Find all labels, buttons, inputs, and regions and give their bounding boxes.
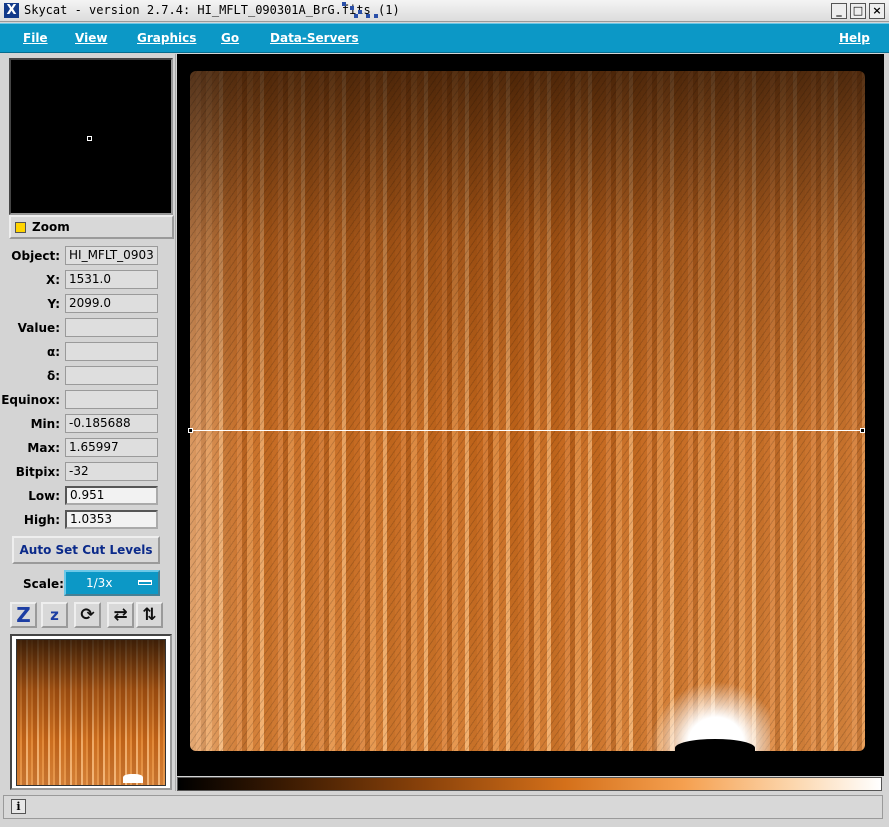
info-row-max: Max: 1.65997	[3, 438, 176, 460]
flip-y-icon: ⇅	[142, 605, 157, 625]
colorbar[interactable]	[177, 777, 882, 791]
control-panel: Zoom Object: HI_MFLT_0903 X: 1531.0 Y: 2…	[1, 54, 176, 791]
info-row-dec: δ:	[3, 366, 176, 388]
zoom-label: Zoom	[32, 220, 70, 234]
title-decoration	[342, 2, 380, 20]
app-x-icon[interactable]: X	[4, 3, 19, 18]
info-row-high: High: 1.0353	[3, 510, 176, 532]
equinox-field	[65, 390, 158, 409]
scale-value: 1/3x	[86, 576, 113, 590]
rotate-icon: ⟳	[80, 605, 95, 625]
scale-label: Scale:	[23, 577, 64, 591]
info-row-min: Min: -0.185688	[3, 414, 176, 436]
x-field: 1531.0	[65, 270, 158, 289]
object-field: HI_MFLT_0903	[65, 246, 158, 265]
info-label: X:	[45, 273, 60, 287]
close-button[interactable]: ×	[869, 3, 885, 19]
menu-file[interactable]: File	[23, 31, 48, 45]
info-label: Object:	[11, 249, 60, 263]
maximize-button[interactable]: □	[850, 3, 866, 19]
zoom-out-icon: z	[50, 606, 59, 624]
value-field	[65, 318, 158, 337]
fits-image[interactable]	[190, 71, 865, 757]
info-row-x: X: 1531.0	[3, 270, 176, 292]
minimize-button[interactable]: _	[831, 3, 847, 19]
scale-select[interactable]: 1/3x	[64, 570, 160, 596]
cut-line[interactable]	[190, 430, 863, 431]
info-row-bitpix: Bitpix: -32	[3, 462, 176, 484]
info-label: Low:	[28, 489, 60, 503]
max-field: 1.65997	[65, 438, 158, 457]
info-label: α:	[46, 345, 60, 359]
preview-image	[16, 639, 166, 786]
dropdown-indicator-icon	[138, 580, 152, 585]
info-row-low: Low: 0.951	[3, 486, 176, 508]
info-label: High:	[23, 513, 60, 527]
image-canvas[interactable]	[177, 54, 884, 776]
flip-x-icon: ⇄	[113, 605, 128, 625]
info-label: Min:	[30, 417, 60, 431]
zoom-in-icon: Z	[16, 603, 31, 627]
zoom-checkbox[interactable]	[15, 222, 26, 233]
info-label: Equinox:	[1, 393, 60, 407]
info-row-equinox: Equinox:	[1, 390, 176, 412]
magnifier-preview[interactable]	[10, 634, 172, 790]
rotate-button[interactable]: ⟳	[74, 602, 101, 628]
zoom-toggle[interactable]: Zoom	[9, 215, 174, 239]
zoom-in-button[interactable]: Z	[10, 602, 37, 628]
cut-line-start-handle[interactable]	[188, 428, 193, 433]
auto-set-cut-levels-button[interactable]: Auto Set Cut Levels	[12, 536, 160, 564]
info-icon: i	[11, 799, 26, 814]
bitpix-field: -32	[65, 462, 158, 481]
menu-bar: File View Graphics Go Data-Servers Help	[0, 23, 889, 53]
menu-view[interactable]: View	[75, 31, 107, 45]
y-field: 2099.0	[65, 294, 158, 313]
menu-go[interactable]: Go	[221, 31, 239, 45]
info-label: Max:	[27, 441, 60, 455]
info-label: Y:	[47, 297, 60, 311]
ra-field	[65, 342, 158, 361]
zoom-out-button[interactable]: z	[41, 602, 68, 628]
info-row-y: Y: 2099.0	[3, 294, 176, 316]
info-label: Bitpix:	[15, 465, 60, 479]
info-row-object: Object: HI_MFLT_0903	[3, 246, 176, 268]
flip-x-button[interactable]: ⇄	[107, 602, 134, 628]
cut-line-end-handle[interactable]	[860, 428, 865, 433]
status-bar: i	[3, 795, 883, 819]
info-label: δ:	[46, 369, 60, 383]
min-field: -0.185688	[65, 414, 158, 433]
dec-field	[65, 366, 158, 385]
pan-cursor[interactable]	[87, 136, 92, 141]
info-row-ra: α:	[3, 342, 176, 364]
low-cut-input[interactable]: 0.951	[65, 486, 158, 505]
info-row-value: Value:	[3, 318, 176, 340]
title-bar: X Skycat - version 2.7.4: HI_MFLT_090301…	[0, 0, 889, 22]
preview-bright-region	[123, 774, 143, 783]
dark-region	[675, 739, 755, 757]
menu-help[interactable]: Help	[839, 31, 870, 45]
flip-y-button[interactable]: ⇅	[136, 602, 163, 628]
pan-window[interactable]	[9, 58, 173, 215]
high-cut-input[interactable]: 1.0353	[65, 510, 158, 529]
menu-graphics[interactable]: Graphics	[137, 31, 196, 45]
menu-data-servers[interactable]: Data-Servers	[270, 31, 359, 45]
info-label: Value:	[17, 321, 60, 335]
